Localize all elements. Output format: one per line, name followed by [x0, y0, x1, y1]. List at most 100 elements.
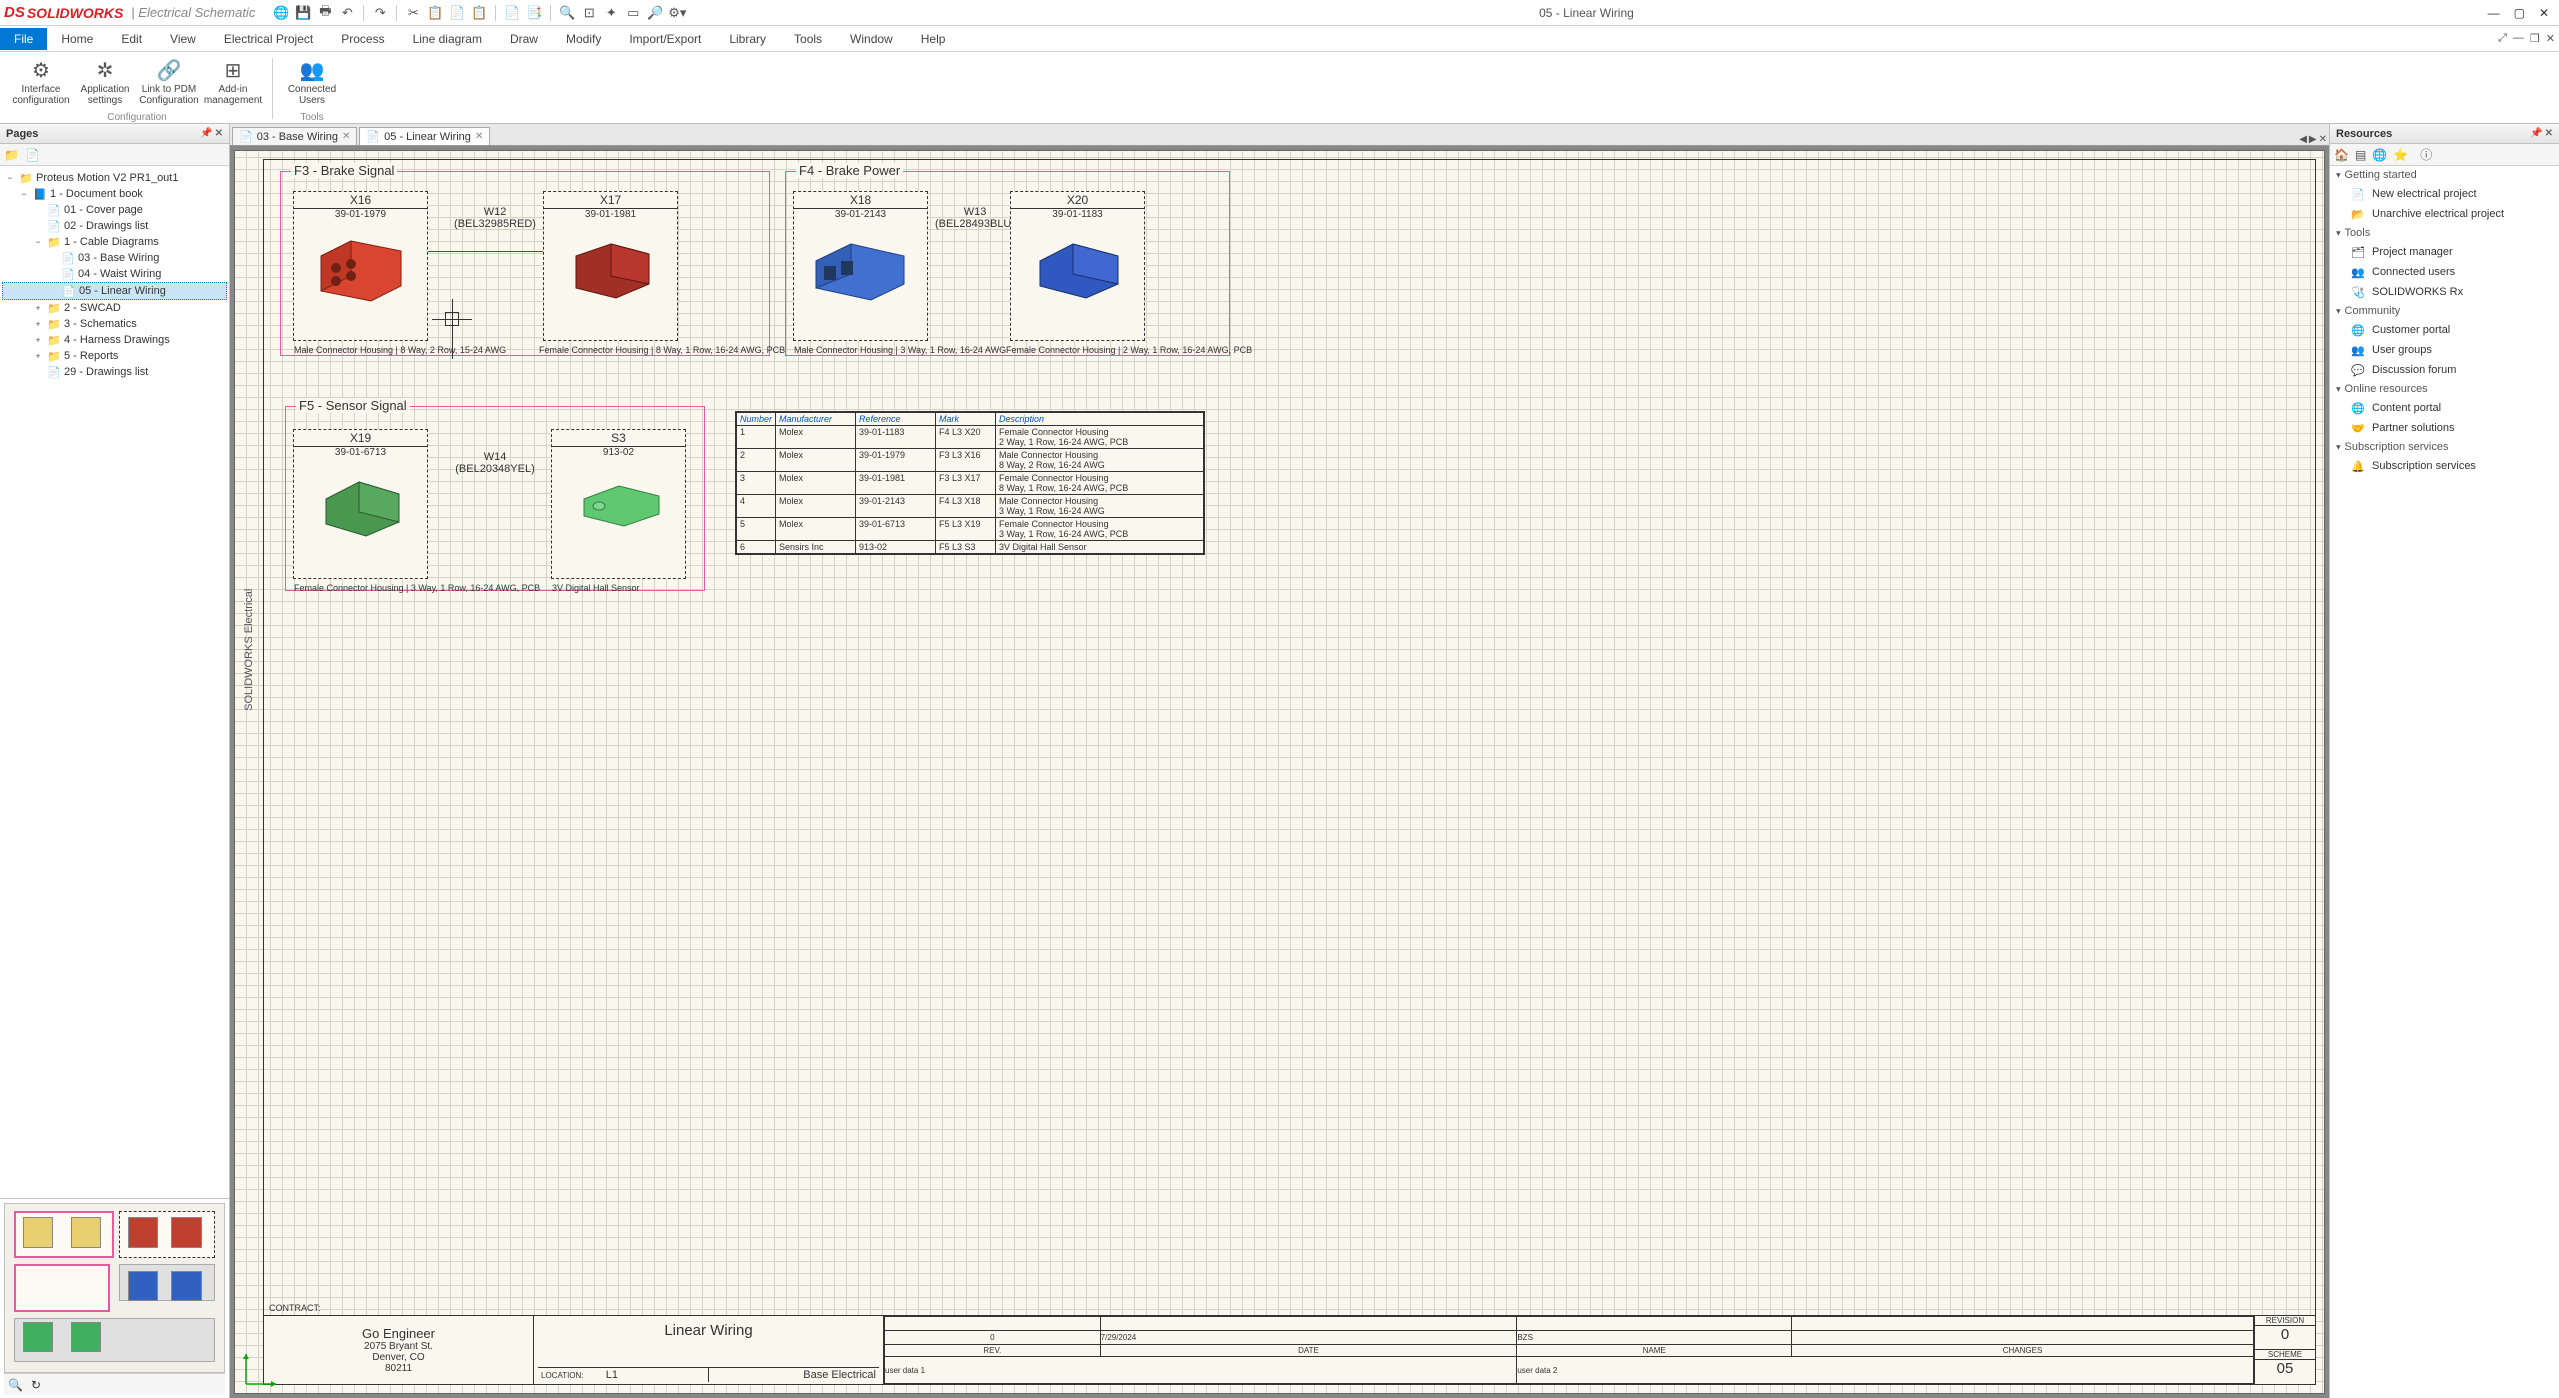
drawing-canvas[interactable]: SOLIDWORKS Electrical F3 - Brake Signal …: [234, 150, 2325, 1394]
connector-x17[interactable]: X17 39-01-1981 Female Connector Housing …: [543, 191, 678, 341]
tab-close-icon[interactable]: ✕: [475, 131, 483, 142]
tab-close-icon[interactable]: ✕: [342, 131, 350, 142]
table-row[interactable]: 6Sensirs Inc913-02F5 L3 S33V Digital Hal…: [737, 541, 1204, 554]
table-row[interactable]: 2Molex39-01-1979F3 L3 X16Male Connector …: [737, 449, 1204, 472]
ribbon-interface-configuration[interactable]: ⚙Interface configuration: [10, 54, 72, 108]
res-item-project-manager[interactable]: 🗂Project manager: [2330, 242, 2559, 262]
connector-x19[interactable]: X19 39-01-6713 Female Connector Housing …: [293, 429, 428, 579]
restore-icon[interactable]: ❐: [2530, 32, 2540, 45]
res-item-connected-users[interactable]: 👥Connected users: [2330, 262, 2559, 282]
zoom-out-icon[interactable]: 🔎: [647, 5, 663, 21]
tree-item[interactable]: −📁Proteus Motion V2 PR1_out1: [2, 170, 227, 186]
tree-item[interactable]: +📁4 - Harness Drawings: [2, 332, 227, 348]
tree-item[interactable]: 📄04 - Waist Wiring: [2, 266, 227, 282]
table-row[interactable]: 5Molex39-01-6713F5 L3 X19Female Connecto…: [737, 518, 1204, 541]
menu-view[interactable]: View: [156, 28, 210, 50]
tree-toggle-icon[interactable]: +: [32, 319, 44, 329]
ribbon-add-in-management[interactable]: ⊞Add-in management: [202, 54, 264, 108]
tree-toggle-icon[interactable]: −: [18, 189, 30, 199]
tree-item[interactable]: 📄01 - Cover page: [2, 202, 227, 218]
ribbon-link-to-pdm-configuration[interactable]: 🔗Link to PDM Configuration: [138, 54, 200, 108]
res-item-solidworks-rx[interactable]: 🩺SOLIDWORKS Rx: [2330, 282, 2559, 302]
pages-tree[interactable]: −📁Proteus Motion V2 PR1_out1−📘1 - Docume…: [0, 166, 229, 1198]
tree-item[interactable]: +📁3 - Schematics: [2, 316, 227, 332]
table-row[interactable]: 1Molex39-01-1183F4 L3 X20Female Connecto…: [737, 426, 1204, 449]
res-section-header[interactable]: Online resources: [2330, 380, 2559, 398]
tree-item[interactable]: 📄03 - Base Wiring: [2, 250, 227, 266]
res-section-header[interactable]: Tools: [2330, 224, 2559, 242]
menu-window[interactable]: Window: [836, 28, 907, 50]
res-item-new-electrical-project[interactable]: 📄New electrical project: [2330, 184, 2559, 204]
connector-x18[interactable]: X18 39-01-2143 Male Connector Housing | …: [793, 191, 928, 341]
tree-item[interactable]: 📄02 - Drawings list: [2, 218, 227, 234]
doc2-icon[interactable]: 📑: [526, 5, 542, 21]
info-icon[interactable]: ⓘ: [2420, 146, 2432, 163]
new-page-icon[interactable]: 📄: [25, 148, 40, 162]
menu-home[interactable]: Home: [47, 28, 107, 50]
paste-special-icon[interactable]: 📋: [471, 5, 487, 21]
tab-close-icon[interactable]: ✕: [2319, 134, 2327, 145]
table-row[interactable]: 3Molex39-01-1981F3 L3 X17Female Connecto…: [737, 472, 1204, 495]
tab-next-icon[interactable]: ▶: [2309, 134, 2317, 145]
new-folder-icon[interactable]: 📁: [4, 148, 19, 162]
undo-icon[interactable]: ↶: [339, 5, 355, 21]
menu-draw[interactable]: Draw: [496, 28, 552, 50]
tree-toggle-icon[interactable]: −: [4, 173, 16, 183]
copy-icon[interactable]: 📋: [427, 5, 443, 21]
menu-electrical-project[interactable]: Electrical Project: [210, 28, 327, 50]
menu-help[interactable]: Help: [907, 28, 960, 50]
menu-line-diagram[interactable]: Line diagram: [399, 28, 496, 50]
table-row[interactable]: 4Molex39-01-2143F4 L3 X18Male Connector …: [737, 495, 1204, 518]
maximize-icon[interactable]: ▢: [2514, 6, 2525, 20]
home-icon[interactable]: 🏠: [2334, 148, 2349, 162]
minimize-icon[interactable]: —: [2488, 6, 2500, 20]
doc-tab[interactable]: 📄05 - Linear Wiring✕: [359, 127, 490, 145]
tree-item[interactable]: +📁5 - Reports: [2, 348, 227, 364]
globe-icon[interactable]: 🌐: [273, 5, 289, 21]
bom-table[interactable]: Number Manufacturer Reference Mark Descr…: [735, 411, 1205, 555]
menu-library[interactable]: Library: [715, 28, 780, 50]
menu-import-export[interactable]: Import/Export: [615, 28, 715, 50]
tab-prev-icon[interactable]: ◀: [2299, 134, 2307, 145]
refresh-icon[interactable]: ↻: [31, 1378, 41, 1392]
tree-item[interactable]: −📘1 - Document book: [2, 186, 227, 202]
paste-icon[interactable]: 📄: [449, 5, 465, 21]
menu-edit[interactable]: Edit: [107, 28, 156, 50]
tree-toggle-icon[interactable]: +: [32, 351, 44, 361]
menu-process[interactable]: Process: [327, 28, 398, 50]
zoom-in-icon[interactable]: 🔍: [559, 5, 575, 21]
res-item-customer-portal[interactable]: 🌐Customer portal: [2330, 320, 2559, 340]
print-icon[interactable]: 🖶: [317, 5, 333, 21]
tree-item[interactable]: 📄05 - Linear Wiring: [2, 282, 227, 300]
ribbon-connected-users[interactable]: 👥Connected Users: [281, 54, 343, 108]
thumbnail[interactable]: [4, 1203, 225, 1373]
redo-icon[interactable]: ↷: [372, 5, 388, 21]
connector-x16[interactable]: X16 39-01-1979 Male Connector Housing | …: [293, 191, 428, 341]
save-icon[interactable]: 💾: [295, 5, 311, 21]
close-panel-icon[interactable]: ✕: [2545, 128, 2553, 139]
tree-item[interactable]: 📄29 - Drawings list: [2, 364, 227, 380]
globe-icon[interactable]: 🌐: [2372, 148, 2387, 162]
close2-icon[interactable]: ✕: [2546, 32, 2555, 45]
res-item-unarchive-electrical-project[interactable]: 📂Unarchive electrical project: [2330, 204, 2559, 224]
res-item-subscription-services[interactable]: 🔔Subscription services: [2330, 456, 2559, 476]
res-section-header[interactable]: Subscription services: [2330, 438, 2559, 456]
menu-tools[interactable]: Tools: [780, 28, 836, 50]
res-item-partner-solutions[interactable]: 🤝Partner solutions: [2330, 418, 2559, 438]
res-section-header[interactable]: Getting started: [2330, 166, 2559, 184]
tree-toggle-icon[interactable]: +: [32, 335, 44, 345]
close-icon[interactable]: ✕: [2539, 6, 2549, 20]
expand-icon[interactable]: ⤢: [2498, 32, 2507, 45]
pan-icon[interactable]: ✦: [603, 5, 619, 21]
zoom-fit-icon[interactable]: ⊡: [581, 5, 597, 21]
tree-toggle-icon[interactable]: −: [32, 237, 44, 247]
res-item-content-portal[interactable]: 🌐Content portal: [2330, 398, 2559, 418]
menu-modify[interactable]: Modify: [552, 28, 615, 50]
sensor-s3[interactable]: S3 913-02 3V Digital Hall Sensor: [551, 429, 686, 579]
zoom-icon[interactable]: 🔍: [8, 1378, 23, 1392]
cut-icon[interactable]: ✂: [405, 5, 421, 21]
tree-item[interactable]: −📁1 - Cable Diagrams: [2, 234, 227, 250]
min2-icon[interactable]: —: [2513, 32, 2524, 45]
tree-item[interactable]: +📁2 - SWCAD: [2, 300, 227, 316]
connector-x20[interactable]: X20 39-01-1183 Female Connector Housing …: [1010, 191, 1145, 341]
